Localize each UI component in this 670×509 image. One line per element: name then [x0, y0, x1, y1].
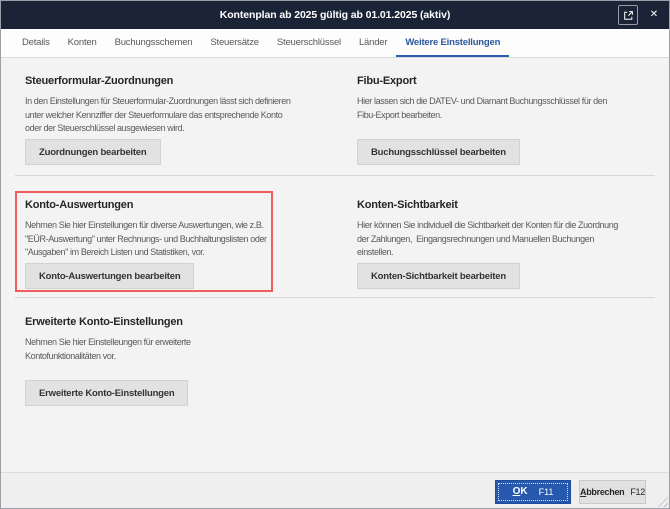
kontenplan-dialog: Kontenplan ab 2025 gültig ab 01.01.2025 …	[0, 0, 670, 509]
content-area: Steuerformular-Zuordnungen In den Einste…	[1, 58, 669, 472]
row-2: Konto-Auswertungen Nehmen Sie hier Einst…	[1, 199, 669, 291]
section-konto-auswertungen: Konto-Auswertungen Nehmen Sie hier Einst…	[25, 199, 347, 291]
tab-steuersaetze[interactable]: Steuersätze	[201, 29, 268, 57]
section-description: In den Einstellungen für Steuerformular-…	[25, 96, 291, 133]
divider	[15, 297, 655, 298]
footer-bar: OK F11 Abbrechen F12	[1, 472, 669, 508]
close-icon: ✕	[649, 9, 659, 20]
section-erweiterte-konto-einstellungen: Erweiterte Konto-Einstellungen Nehmen Si…	[25, 316, 347, 408]
popout-button[interactable]	[618, 5, 638, 25]
section-title: Konten-Sichtbarkeit	[357, 199, 458, 211]
tab-details[interactable]: Details	[13, 29, 59, 57]
titlebar: Kontenplan ab 2025 gültig ab 01.01.2025 …	[1, 1, 669, 29]
empty-cell	[357, 316, 645, 408]
section-title: Erweiterte Konto-Einstellungen	[25, 316, 183, 328]
ok-button[interactable]: OK F11	[495, 479, 571, 504]
row-3: Erweiterte Konto-Einstellungen Nehmen Si…	[1, 316, 669, 408]
section-description: Hier lassen sich die DATEV- und Diamant …	[357, 96, 607, 120]
tab-laender[interactable]: Länder	[350, 29, 396, 57]
tabbar: Details Konten Buchungsschemen Steuersät…	[1, 29, 669, 58]
section-description: Nehmen Sie hier Einstellungen für divers…	[25, 220, 267, 257]
section-steuerformular-zuordnungen: Steuerformular-Zuordnungen In den Einste…	[25, 75, 347, 167]
divider	[15, 175, 655, 176]
open-in-new-window-icon	[623, 10, 634, 21]
konten-sichtbarkeit-bearbeiten-button[interactable]: Konten-Sichtbarkeit bearbeiten	[357, 263, 520, 289]
dialog-title: Kontenplan ab 2025 gültig ab 01.01.2025 …	[219, 9, 451, 21]
titlebar-buttons: ✕	[618, 1, 663, 29]
section-title: Steuerformular-Zuordnungen	[25, 75, 174, 87]
cancel-button-fkey: F12	[630, 486, 645, 497]
section-title: Fibu-Export	[357, 75, 417, 87]
section-title: Konto-Auswertungen	[25, 199, 134, 211]
tab-buchungsschemen[interactable]: Buchungsschemen	[106, 29, 202, 57]
ok-button-fkey: F11	[538, 486, 554, 497]
ok-button-label: OK	[512, 486, 528, 497]
section-fibu-export: Fibu-Export Hier lassen sich die DATEV- …	[357, 75, 645, 167]
zuordnungen-bearbeiten-button[interactable]: Zuordnungen bearbeiten	[25, 139, 161, 165]
erweiterte-konto-einstellungen-button[interactable]: Erweiterte Konto-Einstellungen	[25, 380, 189, 406]
section-description: Nehmen Sie hier Einstelleungen für erwei…	[25, 337, 191, 361]
close-button[interactable]: ✕	[645, 5, 663, 25]
section-description: Hier können Sie individuell die Sichtbar…	[357, 220, 618, 257]
cancel-button-label: Abbrechen	[580, 486, 625, 497]
tab-weitere-einstellungen[interactable]: Weitere Einstellungen	[396, 29, 510, 57]
cancel-button[interactable]: Abbrechen F12	[579, 479, 646, 504]
konto-auswertungen-bearbeiten-button[interactable]: Konto-Auswertungen bearbeiten	[25, 263, 195, 289]
tab-konten[interactable]: Konten	[59, 29, 106, 57]
row-1: Steuerformular-Zuordnungen In den Einste…	[1, 75, 669, 167]
tab-steuerschluessel[interactable]: Steuerschlüssel	[268, 29, 350, 57]
buchungsschluessel-bearbeiten-button[interactable]: Buchungsschlüssel bearbeiten	[357, 139, 520, 165]
section-konten-sichtbarkeit: Konten-Sichtbarkeit Hier können Sie indi…	[357, 199, 645, 291]
